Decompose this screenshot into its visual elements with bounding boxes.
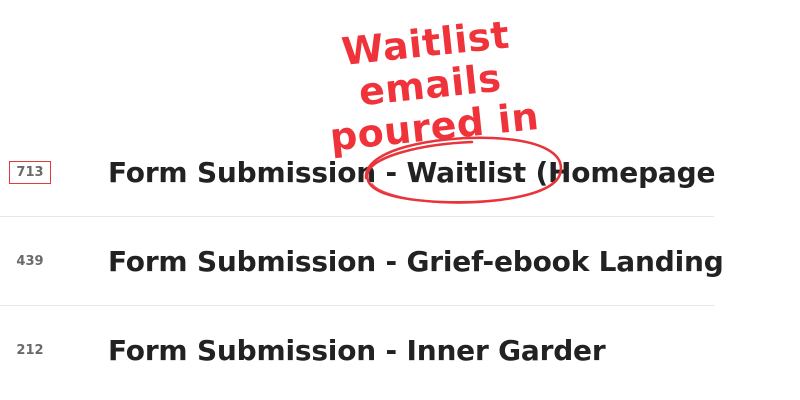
list-item[interactable]: 212 Form Submission - Inner Garder [0,306,714,394]
form-title[interactable]: Form Submission - Grief-ebook Landing [108,217,724,305]
form-title[interactable]: Form Submission - Inner Garder [108,306,606,394]
submission-count: 713 [0,128,60,216]
form-title[interactable]: Form Submission - Waitlist (Homepage [108,128,715,216]
form-submission-list: 713 Form Submission - Waitlist (Homepage… [0,128,724,394]
submission-count: 212 [16,342,44,358]
list-item[interactable]: 713 Form Submission - Waitlist (Homepage [0,128,715,217]
list-item[interactable]: 439 Form Submission - Grief-ebook Landin… [0,217,724,306]
highlighted-count-box: 713 [9,160,51,184]
submission-count: 439 [16,253,44,269]
